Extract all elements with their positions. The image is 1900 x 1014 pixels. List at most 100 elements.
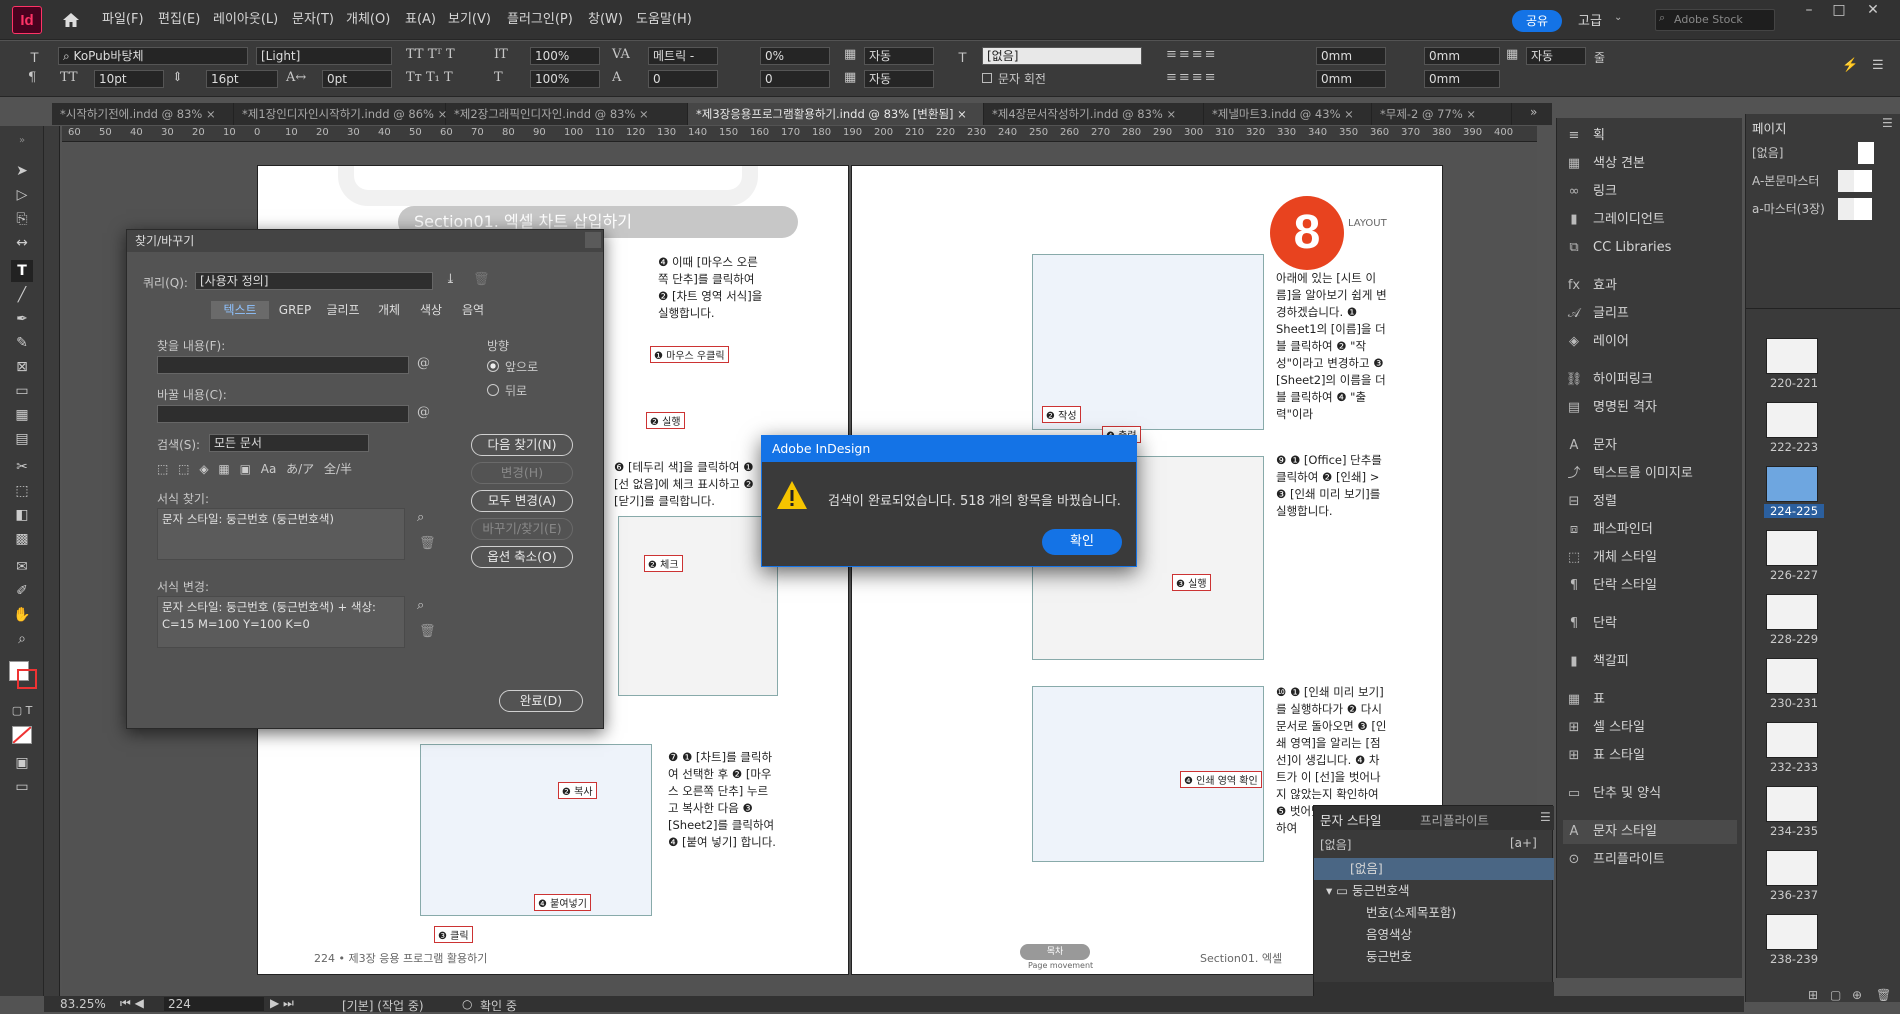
left-indent-field[interactable]: 0mm [1316, 47, 1386, 65]
pen-tool-icon[interactable]: ✒ [11, 308, 33, 330]
vertical-scale-field[interactable]: 100% [530, 47, 600, 65]
special-char-icon[interactable]: @ [417, 405, 430, 420]
note-tool-icon[interactable]: ✉ [11, 556, 33, 578]
panel-item-object-style[interactable]: ⬚ 개체 스타일 [1563, 546, 1737, 570]
menu-window[interactable]: 창(W) [588, 0, 623, 40]
tab-doc-5[interactable]: *제4장문서작성하기.indd @ 83% × [984, 103, 1204, 125]
right-indent-field[interactable]: 0mm [1424, 47, 1500, 65]
find-next-button[interactable]: 다음 찾기(N) [471, 434, 573, 456]
close-icon[interactable]: × [1341, 107, 1354, 121]
panel-menu-icon[interactable]: ☰ [1872, 58, 1884, 73]
tab-grep[interactable]: GREP [275, 301, 315, 319]
close-icon[interactable]: × [635, 107, 649, 121]
tab-glyph[interactable]: 글리프 [321, 301, 365, 319]
font-family-field[interactable]: ⌕ KoPub바탕체 [58, 47, 248, 65]
include-hidden-icon[interactable]: ⬚ [178, 462, 189, 476]
change-find-button[interactable]: 바꾸기/찾기(E) [471, 518, 573, 540]
direction-forward-radio[interactable] [487, 360, 499, 372]
zoom-field[interactable]: 83.25% [60, 997, 106, 1011]
panel-item-pathfinder[interactable]: ⧈ 패스파인더 [1563, 518, 1737, 542]
rect-frame-icon[interactable]: ⊠ [11, 356, 33, 378]
new-style-plus[interactable]: [a+] [1510, 836, 1537, 850]
include-footnotes-icon[interactable]: ▣ [240, 462, 251, 476]
home-icon[interactable] [58, 8, 84, 32]
page-nav-first-icon[interactable]: ⏮ ◀ [120, 996, 144, 1011]
horizontal-scale-field[interactable]: 100% [530, 70, 600, 88]
scissors-tool-icon[interactable]: ✂ [11, 456, 33, 478]
tab-doc-1[interactable]: *시작하기전에.indd @ 83% × [52, 103, 234, 125]
direct-selection-icon[interactable]: ▷ [11, 184, 33, 206]
stroke-swatch-icon[interactable] [17, 669, 37, 689]
page-size-icon[interactable]: ▢ [1830, 988, 1841, 1002]
close-icon[interactable] [585, 232, 601, 248]
add-page-icon[interactable]: ⊕ [1852, 988, 1862, 1002]
panel-item-grid[interactable]: ▤ 명명된 격자 [1563, 396, 1737, 420]
delete-query-icon[interactable]: 🗑 [473, 272, 490, 287]
change-format-box[interactable]: 문자 스타일: 둥근번호 (둥근번호색) + 색상: C=15 M=100 Y=… [157, 596, 405, 648]
hand-tool-icon[interactable]: ✋ [11, 604, 33, 626]
kerning-field[interactable]: 메트릭 - [648, 47, 718, 65]
tab-object[interactable]: 개체 [371, 301, 407, 319]
tab-color[interactable]: 색상 [413, 301, 449, 319]
menu-type[interactable]: 문자(T) [292, 0, 334, 40]
find-input[interactable] [157, 356, 409, 374]
spread-thumb[interactable] [1766, 722, 1818, 758]
panel-item-para-style[interactable]: ¶ 단락 스타일 [1563, 574, 1737, 598]
tab-doc-7[interactable]: *무제-2 @ 77% × [1372, 103, 1512, 125]
stock-search-input[interactable]: Adobe Stock [1655, 9, 1775, 31]
master-a3[interactable]: a-마스터(3장) [1752, 200, 1825, 217]
type-tool-icon[interactable]: T [11, 260, 33, 282]
leading-field[interactable]: 16pt [206, 70, 278, 88]
tab-doc-3[interactable]: *제2장그래픽인디자인.indd @ 83% × [446, 103, 688, 125]
selection-tool-icon[interactable]: ➤ [11, 160, 33, 182]
menu-layout[interactable]: 레이아웃(L) [213, 0, 278, 40]
panel-item-stroke[interactable]: ≡ 획 [1563, 124, 1737, 148]
spread-thumb[interactable] [1766, 658, 1818, 694]
panel-item-preflight[interactable]: ⊙ 프리플라이트 [1563, 848, 1737, 872]
language2-field[interactable]: 자동 [864, 70, 934, 88]
view-mode-icon[interactable]: ▣ [11, 752, 33, 774]
tab-transliterate[interactable]: 음역 [455, 301, 491, 319]
rectangle-tool-icon[interactable]: ▭ [11, 380, 33, 402]
tracking-field[interactable]: 0% [760, 47, 830, 65]
align-left-icon[interactable]: ≡≡≡≡ [1166, 47, 1218, 62]
spread-thumb[interactable] [1766, 594, 1818, 630]
space-after-field[interactable]: 0mm [1424, 70, 1500, 88]
formatting-container-icon[interactable]: ▢ T [11, 700, 33, 722]
done-button[interactable]: 완료(D) [499, 690, 583, 712]
fewer-options-button[interactable]: 옵션 축소(O) [471, 546, 573, 568]
spread-thumb[interactable] [1766, 786, 1818, 822]
panel-menu-icon[interactable]: ☰ [1540, 810, 1551, 824]
panel-menu-icon[interactable]: ☰ [1882, 116, 1893, 130]
panel-item-align[interactable]: ⊟ 정렬 [1563, 490, 1737, 514]
pencil-tool-icon[interactable]: ✎ [11, 332, 33, 354]
apply-none-icon[interactable] [12, 726, 32, 744]
menu-view[interactable]: 보기(V) [448, 0, 491, 40]
close-icon[interactable]: × [1463, 107, 1476, 121]
line-tool-icon[interactable]: ╱ [11, 284, 33, 306]
panel-item-swatches[interactable]: ▦ 색상 견본 [1563, 152, 1737, 176]
tab-text[interactable]: 텍스트 [211, 301, 269, 319]
workspace-switcher[interactable]: 고급 [1578, 10, 1602, 29]
menu-edit[interactable]: 편집(E) [158, 0, 200, 40]
include-locked-icon[interactable]: ⬚ [157, 462, 168, 476]
panel-item-link[interactable]: ∞ 링크 [1563, 180, 1737, 204]
panel-item-text-image[interactable]: ⤴ 텍스트를 이미지로 [1563, 462, 1737, 486]
tab-doc-2[interactable]: *제1장인디자인시작하기.indd @ 86% × [234, 103, 447, 125]
skew-field[interactable]: 0 [760, 70, 830, 88]
menu-help[interactable]: 도움말(H) [636, 0, 692, 40]
kana-sensitive-icon[interactable]: あ/ア [286, 462, 314, 476]
tabs-overflow-icon[interactable]: » [1530, 105, 1537, 119]
include-master-icon[interactable]: ▦ [218, 462, 229, 476]
close-icon[interactable]: × [1163, 107, 1176, 121]
tab-preflight[interactable]: 프리플라이트 [1420, 810, 1489, 829]
panel-item-buttons[interactable]: ▭ 단추 및 양식 [1563, 782, 1737, 806]
all-caps-icon[interactable]: TT Tᵀ T [406, 47, 455, 62]
grid-tool-icon[interactable]: ▦ [11, 404, 33, 426]
style-row-number[interactable]: 번호(소제목포함) [1314, 902, 1554, 924]
tab-doc-6[interactable]: *제낼마트3.indd @ 43% × [1204, 103, 1372, 125]
clear-format-icon[interactable]: 🗑 [419, 536, 436, 551]
maximize-icon[interactable]: □ [1824, 2, 1854, 22]
specify-format-icon[interactable]: ⌕ [417, 598, 424, 613]
frame-grid-icon[interactable]: ▤ [11, 428, 33, 450]
